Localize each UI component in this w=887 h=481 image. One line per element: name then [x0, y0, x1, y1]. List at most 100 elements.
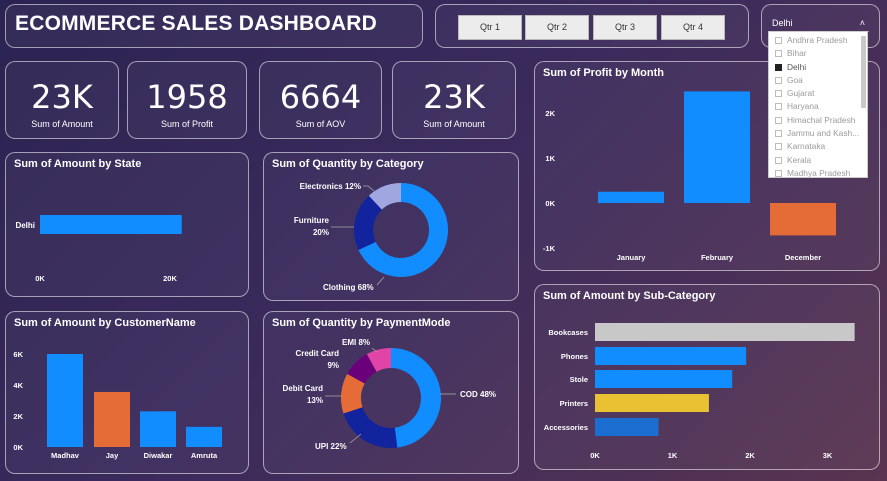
x-tick-label: Jay — [106, 451, 119, 460]
x-tick-label: 20K — [163, 274, 177, 283]
leader-line — [376, 276, 385, 286]
y-tick-label: -1K — [543, 244, 556, 253]
chart-quantity-by-category: Sum of Quantity by Category Electronics … — [263, 152, 519, 301]
slice-label: 9% — [327, 361, 339, 370]
y-tick-label: 2K — [545, 109, 555, 118]
slice-cod — [391, 348, 441, 448]
x-tick-label: 3K — [823, 451, 833, 460]
category-label: Phones — [561, 352, 588, 361]
slice-label: 13% — [307, 396, 323, 405]
state-selected: Delhi — [772, 18, 793, 28]
state-option-selected[interactable]: Delhi — [769, 61, 867, 74]
bar-bookcases — [595, 323, 855, 341]
state-option[interactable]: Goa — [769, 74, 867, 87]
x-tick-label: Madhav — [51, 451, 80, 460]
category-label: Printers — [560, 399, 588, 408]
category-label: Delhi — [15, 221, 35, 230]
checkbox-icon — [775, 37, 782, 44]
kpi-value: 23K — [423, 78, 485, 116]
checkbox-icon — [775, 50, 782, 58]
checkbox-icon — [775, 90, 782, 98]
slice-label: Credit Card — [295, 349, 339, 358]
dashboard-title: ECOMMERCE SALES DASHBOARD — [15, 12, 378, 35]
chevron-up-icon: ˄ — [859, 18, 865, 28]
state-option-label: Kerala — [787, 154, 812, 165]
x-tick-label: January — [617, 253, 647, 262]
qtr1-button[interactable]: Qtr 1 — [458, 15, 522, 40]
slice-label: UPI 22% — [315, 442, 347, 451]
chart-amount-by-subcategory: Sum of Amount by Sub-Category Bookcases P… — [534, 284, 880, 470]
slice-label: COD 48% — [460, 390, 496, 399]
slice-label: Electronics 12% — [300, 182, 361, 191]
state-option-label: Delhi — [787, 61, 807, 72]
kpi-value: 1958 — [146, 78, 228, 116]
state-option-label: Bihar — [787, 48, 807, 59]
x-tick-label: Amruta — [191, 451, 218, 460]
state-bar-chart: Delhi 0K 20K — [15, 215, 182, 283]
title-panel: ECOMMERCE SALES DASHBOARD — [5, 4, 423, 48]
state-option[interactable]: Himachal Pradesh — [769, 114, 867, 127]
y-tick-label: 1K — [545, 154, 555, 163]
slice-label: Clothing 68% — [323, 283, 374, 292]
state-option[interactable]: Karnataka — [769, 140, 867, 153]
customer-column-chart: 6K 4K 2K 0K Madhav Jay Diwakar Amruta — [13, 350, 222, 460]
leader-line — [349, 433, 362, 444]
kpi-value: 6664 — [279, 78, 362, 116]
bar-phones — [595, 347, 747, 365]
bar-accessories — [595, 418, 659, 436]
qtr4-button[interactable]: Qtr 4 — [661, 15, 725, 40]
state-option-label: Madhya Pradesh — [787, 167, 851, 178]
category-label: Accessories — [544, 423, 588, 432]
state-option[interactable]: Bihar — [769, 47, 867, 60]
payment-donut-chart: COD 48% UPI 22% Debit Card 13% Credit Card 9%… — [283, 338, 496, 451]
qtr2-button[interactable]: Qtr 2 — [525, 15, 589, 40]
state-option[interactable]: Gujarat — [769, 87, 867, 100]
checkbox-icon — [775, 103, 782, 111]
kpi-card-amount: 23K Sum of Amount — [5, 61, 119, 139]
checkbox-icon — [775, 156, 782, 164]
chart-quantity-by-payment: Sum of Quantity by PaymentMode COD 48% UP… — [263, 311, 519, 474]
checkbox-icon — [775, 116, 782, 124]
state-dropdown-list[interactable]: Andhra Pradesh Bihar Delhi Goa Gujarat H… — [768, 31, 868, 178]
x-tick-label: 1K — [668, 451, 678, 460]
quarter-slicer: Qtr 1 Qtr 2 Qtr 3 Qtr 4 — [435, 4, 749, 48]
state-option[interactable]: Kerala — [769, 154, 867, 167]
kpi-label: Sum of AOV — [295, 119, 346, 129]
chart-amount-by-state: Sum of Amount by State Delhi 0K 20K — [5, 152, 249, 297]
state-option-label: Goa — [787, 74, 803, 85]
y-tick-label: 0K — [545, 199, 555, 208]
kpi-value: 23K — [31, 78, 93, 116]
bar-printers — [595, 394, 709, 412]
state-option[interactable]: Andhra Pradesh — [769, 34, 867, 47]
qtr3-button[interactable]: Qtr 3 — [593, 15, 657, 40]
kpi-label: Sum of Amount — [31, 119, 93, 129]
state-option[interactable]: Madhya Pradesh — [769, 167, 867, 178]
dropdown-scrollbar[interactable] — [861, 36, 866, 108]
bar-stole — [595, 370, 733, 388]
state-option-label: Haryana — [787, 101, 819, 112]
checkbox-checked-icon — [775, 63, 782, 71]
checkbox-icon — [775, 130, 782, 138]
bar-diwakar — [140, 411, 176, 447]
x-tick-label: February — [701, 253, 734, 262]
x-tick-label: 0K — [590, 451, 600, 460]
kpi-label: Sum of Profit — [160, 119, 214, 129]
state-option-label: Himachal Pradesh — [787, 114, 856, 125]
bar-february — [684, 91, 750, 203]
state-option[interactable]: Haryana — [769, 100, 867, 113]
bar-madhav — [47, 354, 83, 447]
chart-amount-by-customer: Sum of Amount by CustomerName 6K 4K 2K 0K Ma… — [5, 311, 249, 474]
slice-label: 20% — [313, 228, 329, 237]
state-dropdown[interactable]: Delhi ˄ — [769, 14, 869, 32]
state-option-label: Gujarat — [787, 88, 815, 99]
x-tick-label: Diwakar — [144, 451, 173, 460]
state-option[interactable]: Jammu and Kash... — [769, 127, 867, 140]
x-tick-label: 0K — [35, 274, 45, 283]
bar-state — [40, 215, 182, 234]
checkbox-icon — [775, 169, 782, 177]
y-tick-label: 2K — [13, 412, 23, 421]
state-option-label: Andhra Pradesh — [787, 35, 848, 45]
x-tick-label: 2K — [745, 451, 755, 460]
category-donut-chart: Electronics 12% Furniture 20% Clothing 68% — [294, 182, 448, 292]
kpi-label: Sum of Amount — [423, 119, 485, 129]
